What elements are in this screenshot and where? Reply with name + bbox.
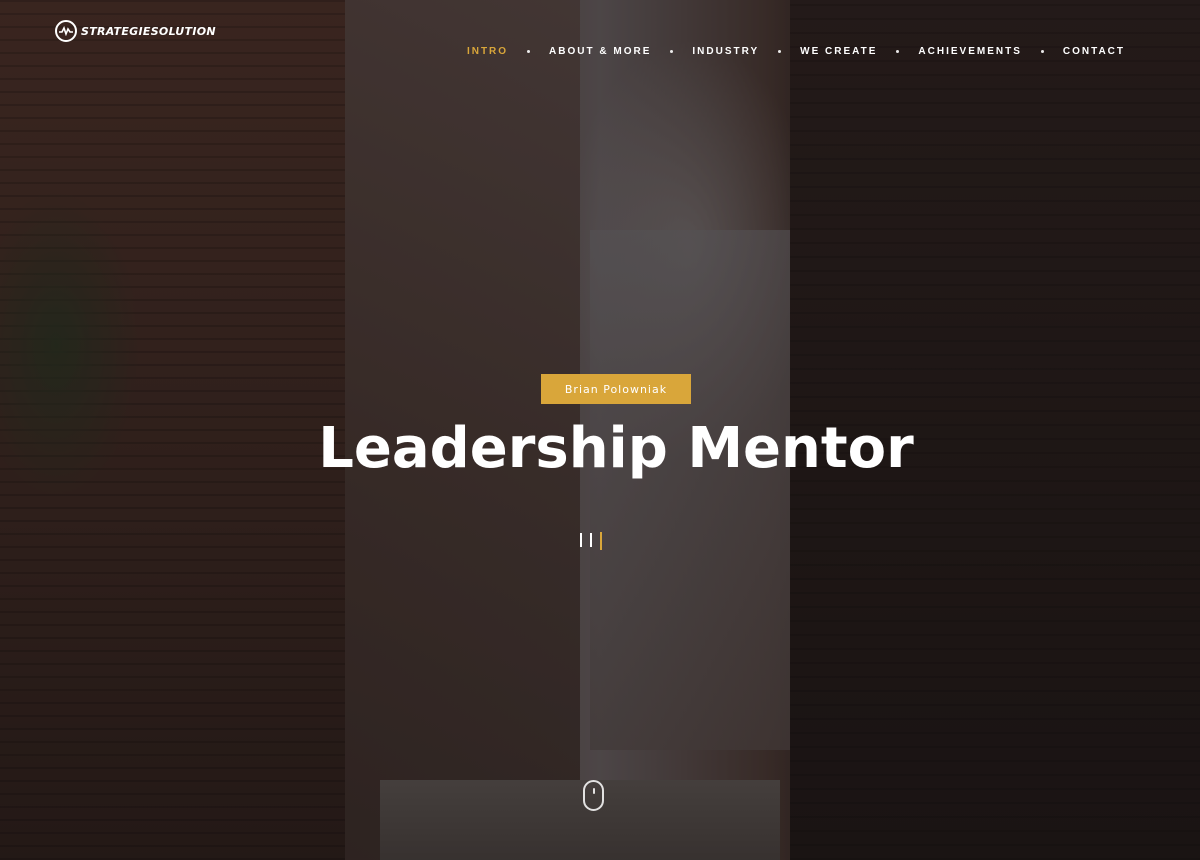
divider-bar xyxy=(590,533,592,547)
nav-separator xyxy=(896,50,900,53)
hero-title: Leadership Mentor xyxy=(318,416,914,481)
logo-text: STRATEGIESOLUTION xyxy=(81,24,216,38)
nav-separator xyxy=(670,50,674,53)
nav-item-about[interactable]: ABOUT & MORE xyxy=(549,46,651,57)
mouse-scroll-icon[interactable] xyxy=(583,780,604,811)
divider-bar xyxy=(580,533,582,547)
divider-bars xyxy=(580,532,602,550)
nav-item-achievements[interactable]: ACHIEVEMENTS xyxy=(918,46,1021,57)
main-nav: INTRO ABOUT & MORE INDUSTRY WE CREATE AC… xyxy=(467,46,1125,57)
nav-item-contact[interactable]: CONTACT xyxy=(1063,46,1125,57)
site-logo[interactable]: STRATEGIESOLUTION xyxy=(55,18,216,44)
pulse-circle-icon xyxy=(55,20,77,42)
name-badge: Brian Polowniak xyxy=(541,374,691,404)
nav-separator xyxy=(1040,50,1044,53)
nav-separator xyxy=(527,50,531,53)
nav-item-intro[interactable]: INTRO xyxy=(467,46,508,57)
mouse-wheel xyxy=(592,788,595,794)
nav-separator xyxy=(778,50,782,53)
divider-bar-accent xyxy=(600,532,602,550)
nav-item-industry[interactable]: INDUSTRY xyxy=(692,46,759,57)
nav-item-we-create[interactable]: WE CREATE xyxy=(800,46,877,57)
